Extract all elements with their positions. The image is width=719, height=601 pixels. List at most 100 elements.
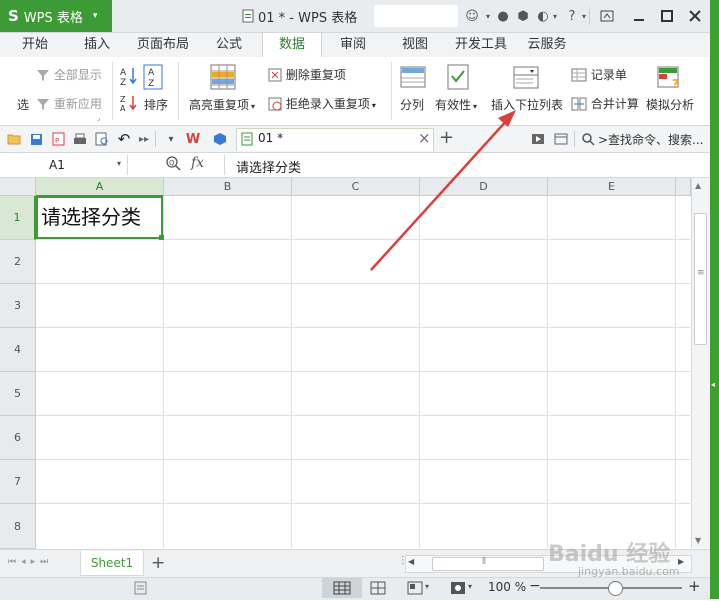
feedback-dropdown-icon[interactable]: ▾ xyxy=(546,7,564,25)
print-preview-icon[interactable] xyxy=(94,131,110,147)
row-header-1[interactable]: 1 xyxy=(0,196,36,240)
row-header-2[interactable]: 2 xyxy=(0,240,36,284)
chevron-down-icon[interactable]: ▾ xyxy=(425,582,429,591)
sort-ascending-icon[interactable]: AZ xyxy=(120,66,138,89)
restore-ribbon-icon[interactable] xyxy=(596,6,618,26)
sort-button[interactable]: 排序 xyxy=(144,96,168,113)
select-all-corner[interactable] xyxy=(0,178,36,196)
validity-icon[interactable] xyxy=(447,64,473,93)
column-header-a[interactable]: A xyxy=(36,178,164,197)
chevron-down-icon[interactable]: ▾ xyxy=(468,582,472,591)
new-tab-icon[interactable]: + xyxy=(439,127,454,148)
what-if-analysis-button[interactable]: 模拟分析 xyxy=(646,96,694,113)
column-header-d[interactable]: D xyxy=(420,178,548,196)
view-reading-icon[interactable] xyxy=(407,581,423,598)
tab-view[interactable]: 视图 xyxy=(392,33,438,57)
insert-dropdown-icon[interactable] xyxy=(513,64,539,93)
open-folder-icon[interactable] xyxy=(6,131,22,147)
chevron-down-icon[interactable]: ▾ xyxy=(117,159,121,168)
formula-input[interactable]: 请选择分类 xyxy=(236,157,301,176)
row-header-8[interactable]: 8 xyxy=(0,504,36,549)
open-window-icon[interactable] xyxy=(553,131,569,147)
highlight-duplicates-button[interactable]: 高亮重复项 ▾ xyxy=(189,96,255,113)
title-search-box[interactable] xyxy=(374,5,458,27)
insert-function-icon[interactable]: fx xyxy=(191,155,204,171)
zoom-slider-knob[interactable] xyxy=(608,581,623,596)
show-all-button[interactable]: 全部显示 xyxy=(36,66,102,85)
vertical-scroll-thumb[interactable] xyxy=(694,213,707,345)
help-dropdown-icon[interactable]: ▾ xyxy=(575,7,593,25)
tab-start[interactable]: 开始 xyxy=(12,33,58,57)
column-header-b[interactable]: B xyxy=(164,178,292,196)
consolidate-button[interactable]: 合并计算 xyxy=(571,95,639,114)
tab-insert[interactable]: 插入 xyxy=(74,33,120,57)
split-columns-button[interactable]: 分列 xyxy=(400,96,424,113)
undo-icon[interactable]: ↶ xyxy=(116,130,132,148)
eye-protect-icon[interactable] xyxy=(450,581,466,598)
play-icon[interactable] xyxy=(530,131,546,147)
row-header-7[interactable]: 7 xyxy=(0,460,36,504)
scroll-left-icon[interactable]: ◀ xyxy=(408,557,414,566)
export-pdf-icon[interactable]: P xyxy=(50,131,66,147)
zoom-in-icon[interactable]: + xyxy=(688,577,701,595)
sheet-tab-sheet1[interactable]: Sheet1 xyxy=(80,551,144,576)
app-center-icon[interactable] xyxy=(212,131,228,147)
row-header-3[interactable]: 3 xyxy=(0,284,36,328)
tab-cloud[interactable]: 云服务 xyxy=(524,33,570,57)
tab-page-layout[interactable]: 页面布局 xyxy=(132,33,194,57)
fill-handle[interactable] xyxy=(159,235,164,240)
scroll-down-icon[interactable]: ▼ xyxy=(695,536,701,545)
view-normal-button[interactable] xyxy=(322,578,362,598)
macro-record-icon[interactable] xyxy=(134,581,148,598)
save-icon[interactable] xyxy=(28,131,44,147)
filter-options-icon[interactable]: ⌟ xyxy=(97,114,100,122)
sheet-nav-arrows-icon[interactable]: ⏮◂▸⏭ xyxy=(8,557,53,567)
horizontal-scroll-thumb[interactable] xyxy=(432,557,544,571)
tab-data[interactable]: 数据 xyxy=(262,33,322,57)
side-panel-toggle-icon[interactable]: ◂ xyxy=(711,380,715,389)
cell-grid[interactable] xyxy=(36,196,690,548)
row-header-6[interactable]: 6 xyxy=(0,416,36,460)
tab-review[interactable]: 审阅 xyxy=(330,33,376,57)
split-columns-icon[interactable] xyxy=(400,64,426,93)
delete-duplicates-button[interactable]: 删除重复项 xyxy=(268,66,346,85)
cloud-icon[interactable]: ● xyxy=(494,7,512,25)
scroll-up-icon[interactable]: ▲ xyxy=(695,181,701,190)
close-icon[interactable] xyxy=(684,6,706,26)
close-tab-icon[interactable]: × xyxy=(418,129,431,147)
search-icon[interactable] xyxy=(580,131,596,147)
customize-qat-icon[interactable]: ▾ xyxy=(163,131,179,147)
insert-dropdown-button[interactable]: 插入下拉列表 xyxy=(491,96,563,113)
row-header-5[interactable]: 5 xyxy=(0,372,36,416)
record-form-button[interactable]: 记录单 xyxy=(571,66,627,85)
what-if-analysis-icon[interactable]: ? xyxy=(657,64,683,93)
print-icon[interactable] xyxy=(72,131,88,147)
app-menu-button[interactable]: S WPS 表格 ▾ xyxy=(0,0,112,32)
cell-a1[interactable]: 请选择分类 xyxy=(36,196,163,239)
highlight-duplicates-icon[interactable] xyxy=(210,64,236,93)
maximize-icon[interactable] xyxy=(656,6,678,26)
sort-az-icon[interactable]: AZ xyxy=(143,64,163,93)
reject-duplicates-button[interactable]: 拒绝录入重复项 ▾ xyxy=(268,95,376,114)
filter-label[interactable]: 选 xyxy=(17,96,29,113)
column-header-e[interactable]: E xyxy=(548,178,676,196)
name-box[interactable]: A1 ▾ xyxy=(5,155,128,175)
tab-formula[interactable]: 公式 xyxy=(206,33,252,57)
column-header-partial[interactable] xyxy=(676,178,691,196)
command-search-input[interactable]: >查找命令、搜索... xyxy=(598,131,704,148)
redo-icon[interactable]: ▸▸ xyxy=(136,131,152,147)
tab-developer[interactable]: 开发工具 xyxy=(448,33,514,57)
zoom-out-icon[interactable]: − xyxy=(529,578,541,594)
validity-button[interactable]: 有效性 ▾ xyxy=(435,96,477,113)
minimize-icon[interactable] xyxy=(628,6,650,26)
add-sheet-icon[interactable]: + xyxy=(151,553,165,573)
zoom-formula-icon[interactable]: Q xyxy=(166,156,181,174)
sort-descending-icon[interactable]: ZA xyxy=(120,94,138,115)
wps-w-icon[interactable]: W xyxy=(185,131,201,147)
row-header-4[interactable]: 4 xyxy=(0,328,36,372)
settings-hex-icon[interactable]: ⬢ xyxy=(514,7,532,25)
column-header-c[interactable]: C xyxy=(292,178,420,196)
zoom-level[interactable]: 100 % xyxy=(488,580,526,594)
view-page-break-icon[interactable] xyxy=(370,581,386,598)
reapply-button[interactable]: 重新应用 xyxy=(36,95,102,114)
